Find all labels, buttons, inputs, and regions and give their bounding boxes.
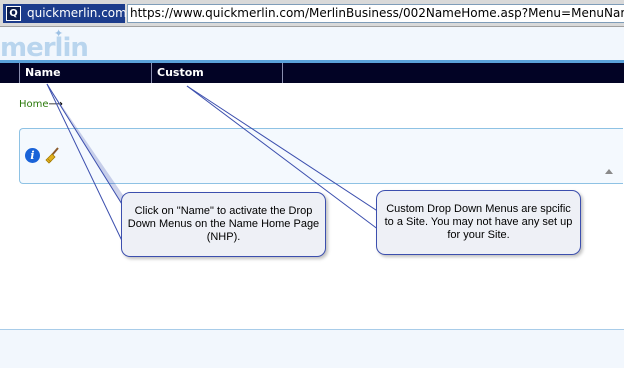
callout-name: Click on "Name" to activate the Drop Dow… (121, 192, 326, 257)
breadcrumb-home-link[interactable]: Home (19, 99, 49, 110)
address-bar: Q quickmerlin.com https://www.quickmerli… (0, 0, 624, 27)
site-identity-badge[interactable]: Q quickmerlin.com (3, 4, 127, 23)
collapse-triangle-icon[interactable] (605, 169, 613, 174)
logo-text: merlin (0, 33, 89, 63)
logo-star-icon: ✦ (54, 27, 63, 40)
menu-item-name[interactable]: Name (19, 63, 152, 83)
callout-custom-text: Custom Drop Down Menus are spcific to a … (384, 203, 573, 241)
app-header: merlin ✦ (0, 27, 624, 63)
menu-bar: Name Custom (0, 63, 624, 83)
breadcrumb-arrow-icon: ⟶ (48, 99, 63, 110)
menu-item-custom[interactable]: Custom (151, 63, 283, 83)
callout-custom: Custom Drop Down Menus are spcific to a … (376, 190, 581, 255)
merlin-logo: merlin ✦ (0, 27, 89, 63)
info-icon[interactable]: i (25, 148, 40, 163)
broom-icon[interactable] (44, 146, 62, 164)
breadcrumb: Home⟶ (19, 99, 63, 110)
page-footer (0, 329, 624, 368)
callout-name-text: Click on "Name" to activate the Drop Dow… (127, 205, 320, 243)
site-favicon-icon: Q (6, 6, 21, 21)
site-identity-label: quickmerlin.com (27, 6, 127, 20)
url-field[interactable]: https://www.quickmerlin.com/MerlinBusine… (127, 4, 624, 23)
content-panel: i (19, 128, 623, 184)
